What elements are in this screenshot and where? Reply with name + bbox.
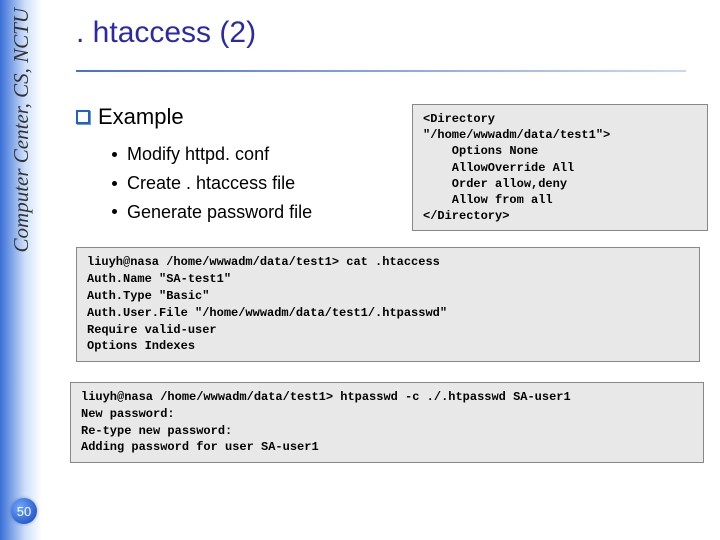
codebox-body: New password: Re-type new password: Addi… [81, 407, 319, 455]
shell-command: htpasswd -c ./.htpasswd SA-user1 [333, 390, 571, 404]
bullet-text: Generate password file [127, 198, 312, 227]
slide-content: . htaccess (2) Example Modify httpd. con… [76, 16, 708, 463]
bullet-text: Create . htaccess file [127, 169, 295, 198]
slide-title: . htaccess (2) [76, 16, 708, 50]
example-heading: Example [76, 104, 396, 130]
bullet-dot-icon [112, 209, 117, 214]
htpasswd-codebox: liuyh@nasa /home/wwwadm/data/test1> htpa… [70, 382, 704, 463]
list-item: Generate password file [112, 198, 396, 227]
cat-htaccess-codebox: liuyh@nasa /home/wwwadm/data/test1> cat … [76, 247, 700, 362]
shell-prompt: liuyh@nasa /home/wwwadm/data/test1> [87, 255, 339, 269]
vertical-label-text: Computer Center, CS, NCTU [9, 8, 34, 252]
list-item: Modify httpd. conf [112, 140, 396, 169]
example-left-col: Example Modify httpd. conf Create . htac… [76, 104, 396, 226]
codebox-body: Auth.Name "SA-test1" Auth.Type "Basic" A… [87, 272, 447, 353]
slide-root: Computer Center, CS, NCTU 50 . htaccess … [0, 0, 720, 540]
page-number: 50 [17, 504, 31, 519]
square-bullet-icon [76, 110, 90, 124]
example-row: Example Modify httpd. conf Create . htac… [76, 104, 708, 231]
bullet-text: Modify httpd. conf [127, 140, 269, 169]
bullet-dot-icon [112, 181, 117, 186]
shell-command: cat .htaccess [339, 255, 440, 269]
directory-config-codebox: <Directory "/home/wwwadm/data/test1"> Op… [412, 104, 708, 231]
institution-vertical-label: Computer Center, CS, NCTU [0, 8, 42, 378]
bullet-dot-icon [112, 152, 117, 157]
example-heading-text: Example [98, 104, 184, 130]
page-number-badge: 50 [11, 498, 37, 524]
shell-prompt: liuyh@nasa /home/wwwadm/data/test1> [81, 390, 333, 404]
title-divider [76, 70, 686, 72]
list-item: Create . htaccess file [112, 169, 396, 198]
example-bullets: Modify httpd. conf Create . htaccess fil… [112, 140, 396, 226]
